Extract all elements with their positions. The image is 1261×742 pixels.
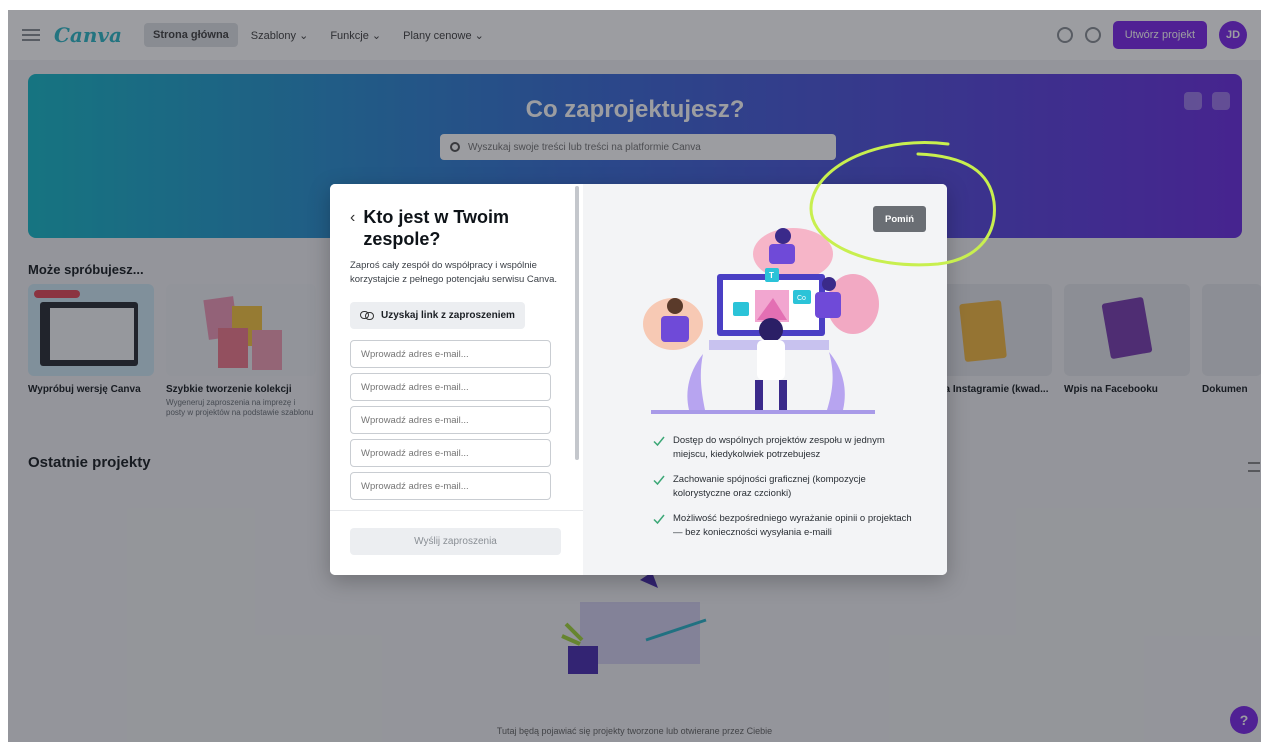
scrollbar[interactable] xyxy=(575,186,579,460)
email-field[interactable] xyxy=(350,373,551,401)
check-icon xyxy=(653,475,665,486)
check-icon xyxy=(653,514,665,525)
benefit-item: Możliwość bezpośredniego wyrażanie opini… xyxy=(653,512,913,540)
skip-button[interactable]: Pomiń xyxy=(873,206,926,232)
illustration-badge-label: Co xyxy=(797,295,806,302)
modal-title: Kto jest w Twoim zespole? xyxy=(363,207,509,249)
benefits-panel: Co T Dostęp do wspólnych projektów zespo… xyxy=(583,184,947,575)
benefit-text: Możliwość bezpośredniego wyrażanie opini… xyxy=(673,513,912,538)
invite-form-panel: ‹ Kto jest w Twoim zespole? Zaproś cały … xyxy=(330,184,583,575)
email-field[interactable] xyxy=(350,406,551,434)
team-illustration: Co T xyxy=(643,228,879,414)
benefits-list: Dostęp do wspólnych projektów zespołu w … xyxy=(653,434,913,551)
send-invites-button[interactable]: Wyślij zaproszenia xyxy=(350,528,561,555)
illustration-badge-label: T xyxy=(769,271,774,280)
get-invite-link-label: Uzyskaj link z zaproszeniem xyxy=(381,310,515,321)
link-icon xyxy=(360,311,374,320)
benefit-item: Zachowanie spójności graficznej (kompozy… xyxy=(653,473,913,501)
chevron-left-icon[interactable]: ‹ xyxy=(350,208,355,228)
benefit-text: Dostęp do wspólnych projektów zespołu w … xyxy=(673,435,885,460)
modal-description: Zaproś cały zespół do współpracy i wspól… xyxy=(350,260,557,285)
check-icon xyxy=(653,436,665,447)
team-invite-modal: ‹ Kto jest w Twoim zespole? Zaproś cały … xyxy=(330,184,947,575)
email-field[interactable] xyxy=(350,439,551,467)
email-field[interactable] xyxy=(350,340,551,368)
invite-form-scroll: ‹ Kto jest w Twoim zespole? Zaproś cały … xyxy=(330,184,583,510)
email-field[interactable] xyxy=(350,472,551,500)
modal-footer: Wyślij zaproszenia xyxy=(330,510,583,575)
benefit-text: Zachowanie spójności graficznej (kompozy… xyxy=(673,474,866,499)
get-invite-link-button[interactable]: Uzyskaj link z zaproszeniem xyxy=(350,302,525,329)
benefit-item: Dostęp do wspólnych projektów zespołu w … xyxy=(653,434,913,462)
